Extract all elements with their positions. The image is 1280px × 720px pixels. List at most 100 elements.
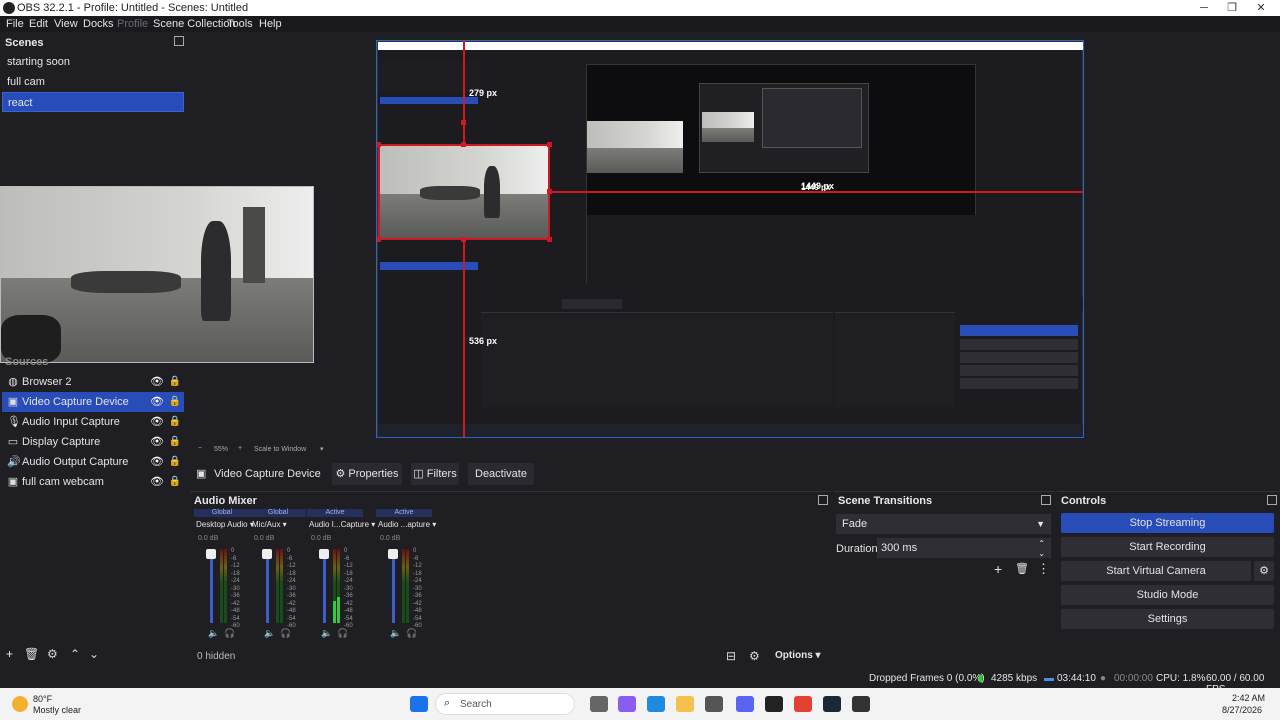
discord-icon[interactable]: [736, 696, 754, 712]
channel-name[interactable]: Desktop Audio ▾: [196, 520, 254, 529]
visibility-icon[interactable]: 👁: [150, 452, 164, 472]
dock-float-icon[interactable]: [174, 36, 184, 46]
visibility-icon[interactable]: 👁: [150, 412, 164, 432]
visibility-icon[interactable]: 👁: [150, 372, 164, 392]
dock-float-icon[interactable]: [1267, 495, 1277, 505]
start-recording-button[interactable]: Start Recording: [1061, 537, 1274, 557]
visibility-icon[interactable]: 👁: [150, 392, 164, 412]
menu-file[interactable]: File: [6, 18, 24, 30]
lock-icon[interactable]: 🔒: [168, 472, 182, 492]
obs-icon[interactable]: [765, 696, 783, 712]
scene-item-full-cam[interactable]: full cam: [2, 72, 184, 92]
fader-knob[interactable]: [388, 549, 398, 559]
fader-knob[interactable]: [262, 549, 272, 559]
lock-icon[interactable]: 🔒: [168, 432, 182, 452]
lock-icon[interactable]: 🔒: [168, 452, 182, 472]
start-virtual-camera-button[interactable]: Start Virtual Camera: [1061, 561, 1251, 581]
edge-icon[interactable]: [647, 696, 665, 712]
webcam-floating-preview[interactable]: [0, 186, 314, 363]
menu-scene-collection[interactable]: Scene Collection: [153, 18, 236, 30]
volume-fader[interactable]: [210, 549, 213, 623]
fader-knob[interactable]: [319, 549, 329, 559]
menu-edit[interactable]: Edit: [29, 18, 48, 30]
move-up-icon[interactable]: ⌃: [70, 647, 80, 661]
weather-temp[interactable]: 80°F: [33, 694, 52, 704]
channel-name[interactable]: Audio ...apture ▾: [378, 520, 436, 529]
channel-name[interactable]: Mic/Aux ▾: [252, 520, 287, 529]
mixer-options-button[interactable]: Options ▾: [775, 650, 821, 661]
source-item-display-capture[interactable]: ▭ Display Capture 👁 🔒: [2, 432, 184, 452]
studio-mode-button[interactable]: Studio Mode: [1061, 585, 1274, 605]
layout-icon[interactable]: ⊟: [726, 649, 736, 663]
chevron-down-icon[interactable]: ▾: [320, 445, 324, 453]
menu-tools[interactable]: Tools: [227, 18, 253, 30]
lock-icon[interactable]: 🔒: [168, 412, 182, 432]
clock-date[interactable]: 8/27/2026: [1222, 705, 1262, 715]
visibility-icon[interactable]: 👁: [150, 432, 164, 452]
app-icon[interactable]: [705, 696, 723, 712]
menu-profile[interactable]: Profile: [117, 18, 148, 30]
minimize-button[interactable]: ─: [1197, 1, 1211, 15]
add-transition-icon[interactable]: +: [994, 561, 1002, 577]
lock-icon[interactable]: 🔒: [168, 372, 182, 392]
taskbar-search[interactable]: ⌕ Search: [435, 693, 575, 715]
menu-view[interactable]: View: [54, 18, 78, 30]
speaker-icon[interactable]: 🔈: [264, 628, 275, 639]
resize-handle[interactable]: [461, 142, 466, 147]
dock-float-icon[interactable]: [1041, 495, 1051, 505]
resize-handle[interactable]: [547, 189, 552, 194]
weather-icon[interactable]: [12, 696, 28, 712]
volume-fader[interactable]: [323, 549, 326, 623]
resize-handle[interactable]: [461, 237, 466, 242]
task-view-icon[interactable]: [590, 696, 608, 712]
source-item-audio-output-capture[interactable]: 🔊 Audio Output Capture 👁 🔒: [2, 452, 184, 472]
source-item-full-cam-webcam[interactable]: ▣ full cam webcam 👁 🔒: [2, 472, 184, 492]
transition-select[interactable]: Fade ▼: [836, 514, 1051, 534]
scale-mode-select[interactable]: Scale to Window: [254, 446, 306, 453]
resize-handle[interactable]: [377, 142, 381, 147]
resize-handle[interactable]: [547, 237, 552, 242]
zoom-in-button[interactable]: +: [238, 445, 242, 452]
stop-streaming-button[interactable]: Stop Streaming: [1061, 513, 1274, 533]
speaker-icon[interactable]: 🔈: [208, 628, 219, 639]
speaker-icon[interactable]: 🔈: [321, 628, 332, 639]
virtual-camera-settings-gear-icon[interactable]: ⚙: [1254, 561, 1274, 581]
close-button[interactable]: ✕: [1254, 1, 1268, 15]
dock-float-icon[interactable]: [818, 495, 828, 505]
source-item-video-capture-device[interactable]: ▣ Video Capture Device 👁 🔒: [2, 392, 184, 412]
fader-knob[interactable]: [206, 549, 216, 559]
filters-button[interactable]: ◫ Filters: [411, 463, 459, 485]
weather-desc[interactable]: Mostly clear: [33, 705, 81, 715]
volume-fader[interactable]: [266, 549, 269, 623]
resize-handle[interactable]: [547, 142, 552, 147]
more-options-icon[interactable]: ⋮: [1037, 561, 1050, 577]
windows-start-icon[interactable]: [410, 696, 428, 712]
deactivate-button[interactable]: Deactivate: [468, 463, 534, 485]
trash-icon[interactable]: 🗑: [24, 647, 39, 661]
volume-fader[interactable]: [392, 549, 395, 623]
scene-item-starting-soon[interactable]: starting soon: [2, 52, 184, 72]
selected-source-bounds[interactable]: [378, 144, 550, 240]
gear-icon[interactable]: ⚙: [47, 647, 58, 661]
settings-button[interactable]: Settings: [1061, 609, 1274, 629]
clock-time[interactable]: 2:42 AM: [1232, 693, 1265, 703]
steam-icon[interactable]: [823, 696, 841, 712]
file-explorer-icon[interactable]: [676, 696, 694, 712]
chrome-icon[interactable]: [794, 696, 812, 712]
menu-help[interactable]: Help: [259, 18, 282, 30]
preview-canvas[interactable]: 1449 px 279 px 536 px 1449 px: [376, 40, 1084, 438]
lock-icon[interactable]: 🔒: [168, 392, 182, 412]
vrchat-icon[interactable]: [852, 696, 870, 712]
menu-docks[interactable]: Docks: [83, 18, 114, 30]
move-down-icon[interactable]: ⌄: [89, 647, 99, 661]
properties-button[interactable]: ⚙ Properties: [332, 463, 402, 485]
zoom-out-button[interactable]: −: [198, 445, 202, 452]
scene-item-react[interactable]: react: [2, 92, 184, 112]
source-item-audio-input-capture[interactable]: 🎙 Audio Input Capture 👁 🔒: [2, 412, 184, 432]
speaker-icon[interactable]: 🔈: [390, 628, 401, 639]
advanced-audio-icon[interactable]: ⚙: [749, 649, 760, 663]
duration-spinbox[interactable]: 300 ms ⌃ ⌄: [877, 538, 1051, 558]
visibility-icon[interactable]: 👁: [150, 472, 164, 492]
restore-button[interactable]: ❐: [1225, 1, 1239, 15]
resize-handle[interactable]: [377, 237, 381, 242]
